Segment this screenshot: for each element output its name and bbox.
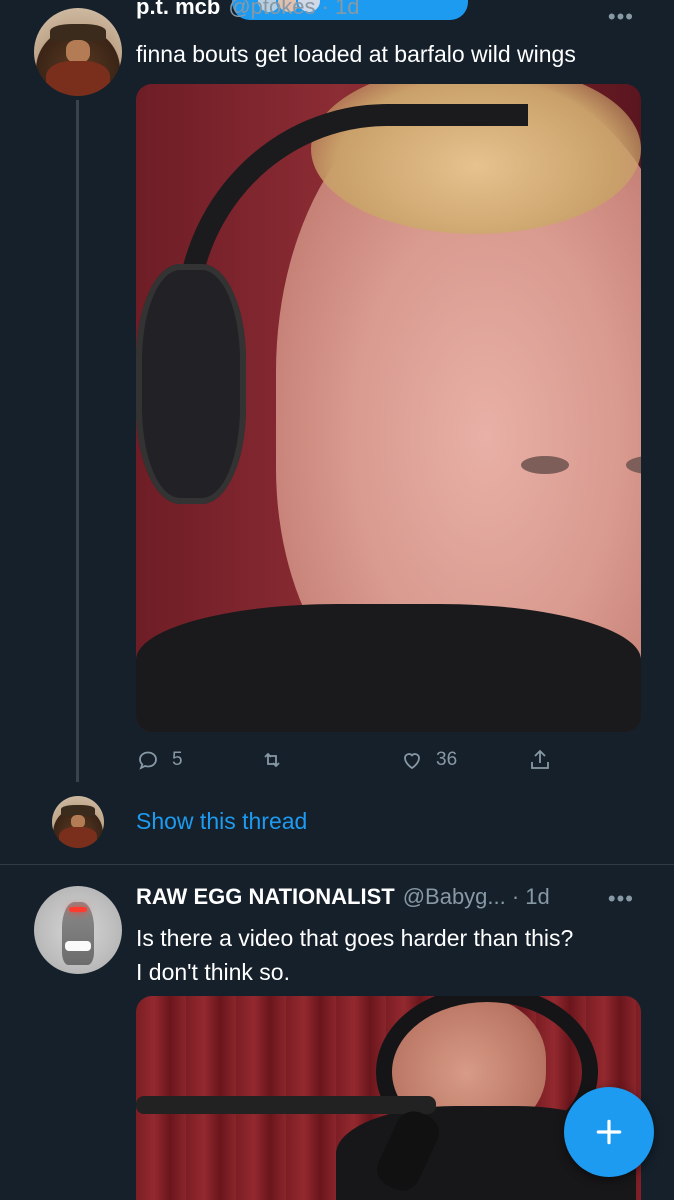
- compose-icon: [596, 1119, 622, 1145]
- author-handle: @Babyg... · 1d: [402, 884, 550, 909]
- retweet-button[interactable]: [260, 748, 296, 772]
- author-name[interactable]: RAW EGG NATIONALIST: [136, 884, 395, 910]
- avatar[interactable]: [34, 8, 122, 96]
- tweet-image[interactable]: [136, 84, 641, 732]
- more-icon[interactable]: •••: [608, 4, 634, 30]
- show-thread-link[interactable]: Show this thread: [136, 808, 307, 835]
- tweet-text: finna bouts get loaded at barfalo wild w…: [136, 41, 576, 67]
- tweet-actions: 5 36: [136, 748, 596, 778]
- tweet-text-line-2: I don't think so.: [136, 959, 290, 985]
- share-button[interactable]: [528, 748, 552, 772]
- reply-icon: [139, 751, 157, 770]
- compose-button[interactable]: [564, 1087, 654, 1177]
- like-button[interactable]: 36: [400, 748, 457, 772]
- tweet[interactable]: p.t. mcb @ptokes · 1d ••• finna bouts ge…: [0, 0, 674, 866]
- retweet-icon: [264, 752, 280, 768]
- share-icon: [531, 749, 549, 769]
- author-name[interactable]: p.t. mcb: [136, 0, 220, 20]
- avatar[interactable]: [52, 796, 104, 848]
- reply-button[interactable]: 5: [136, 748, 183, 772]
- avatar[interactable]: [34, 886, 122, 974]
- tweet-divider: [0, 864, 674, 865]
- thread-line: [76, 100, 79, 782]
- tweet-header: p.t. mcb @ptokes · 1d: [136, 0, 360, 20]
- more-icon[interactable]: •••: [608, 886, 634, 912]
- like-icon: [404, 753, 420, 770]
- reply-count: 5: [172, 749, 183, 770]
- tweet-video[interactable]: [136, 996, 641, 1200]
- tweet-header: RAW EGG NATIONALIST @Babyg... · 1d: [136, 884, 550, 910]
- tweet-text-line-1: Is there a video that goes harder than t…: [136, 925, 574, 951]
- author-handle: @ptokes · 1d: [228, 0, 360, 19]
- like-count: 36: [436, 749, 458, 770]
